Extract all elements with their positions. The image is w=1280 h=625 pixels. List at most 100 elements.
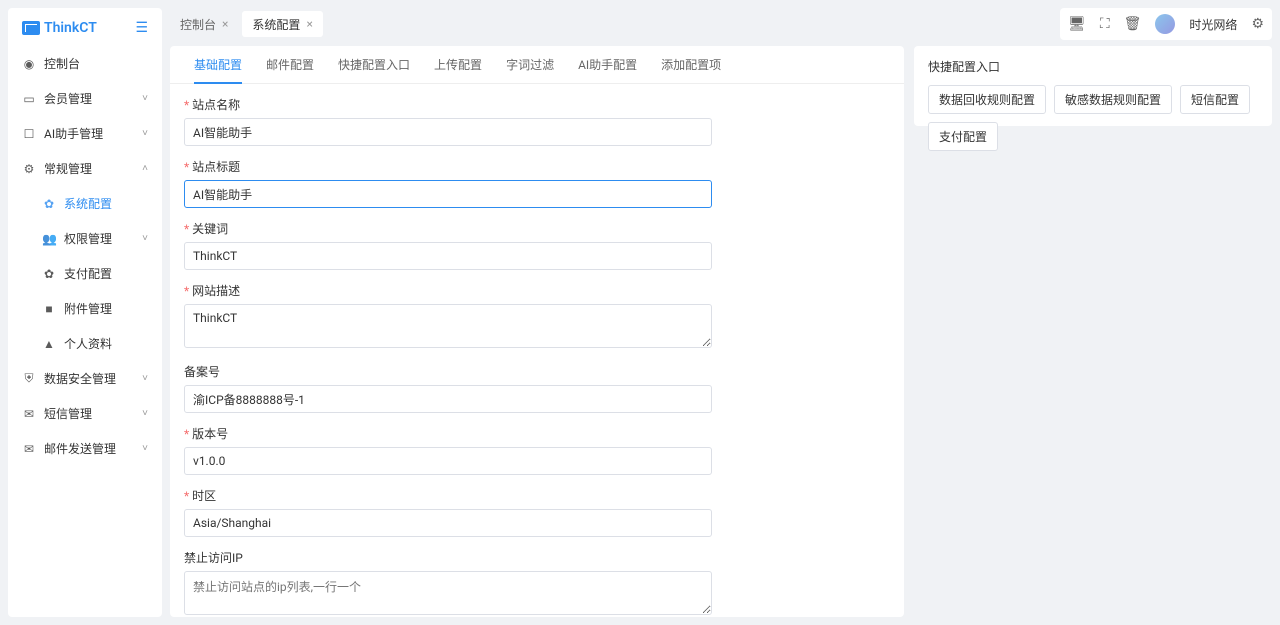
textarea-forbid-ip[interactable] — [184, 571, 712, 615]
input-site-name[interactable] — [184, 118, 712, 146]
main-tab[interactable]: AI助手配置 — [566, 46, 649, 83]
user-icon: ▲ — [42, 337, 56, 351]
dashboard-icon: ◉ — [22, 57, 36, 71]
sidebar-item-label: 会员管理 — [44, 90, 142, 107]
config-form: 站点名称 站点标题 关键词 网站描述 备案号 版本号 时区 禁止 — [170, 84, 904, 617]
brand-logo[interactable]: ThinkCT — [22, 20, 97, 36]
sidebar-item[interactable]: ✉ 邮件发送管理˅ — [8, 431, 162, 466]
field-timezone: 时区 — [184, 487, 890, 537]
header-tab[interactable]: 控制台 × — [170, 11, 238, 37]
header-right: 🖥 ⛶ 🗑 时光网络 ⚙ — [1060, 8, 1272, 40]
mail-icon: ✉ — [22, 442, 36, 456]
label-timezone: 时区 — [184, 487, 890, 504]
logo-row: ThinkCT ☰ — [8, 8, 162, 46]
gear-icon: ✿ — [42, 197, 56, 211]
field-site-title: 站点标题 — [184, 158, 890, 208]
sidebar-item[interactable]: ✉ 短信管理˅ — [8, 396, 162, 431]
users-icon: 👥 — [42, 232, 56, 246]
sidebar-subitem[interactable]: ✿支付配置 — [8, 256, 162, 291]
close-icon[interactable]: × — [222, 17, 228, 31]
monitor-icon[interactable]: 🖥 — [1068, 16, 1086, 32]
sidebar-item[interactable]: ◉ 控制台 — [8, 46, 162, 81]
sidebar-item-label: 权限管理 — [64, 230, 142, 247]
label-version: 版本号 — [184, 425, 890, 442]
robot-icon: ☐ — [22, 127, 36, 141]
field-description: 网站描述 — [184, 282, 890, 351]
main-tab[interactable]: 上传配置 — [422, 46, 494, 83]
shield-icon: ⛨ — [22, 371, 36, 386]
sidebar-subitem[interactable]: ✿ 系统配置 — [8, 186, 162, 221]
quick-button[interactable]: 短信配置 — [1180, 85, 1250, 114]
sidebar-item[interactable]: ⚙ 常规管理˄ — [8, 151, 162, 186]
idcard-icon: ▭ — [22, 92, 36, 106]
sidebar-item-label: 常规管理 — [44, 160, 142, 177]
sidebar-subitem[interactable]: ▲ 个人资料 — [8, 326, 162, 361]
logo-icon — [22, 21, 40, 35]
input-timezone[interactable] — [184, 509, 712, 537]
sidebar-item[interactable]: ⛨ 数据安全管理˅ — [8, 361, 162, 396]
label-site-title: 站点标题 — [184, 158, 890, 175]
sidebar-item-label: 个人资料 — [64, 335, 148, 352]
tab-label: 系统配置 — [252, 16, 300, 33]
sidebar-item-label: 附件管理 — [64, 300, 148, 317]
sidebar-item-label: 系统配置 — [64, 195, 148, 212]
chevron-down-icon: ˅ — [142, 443, 148, 454]
tab-label: 控制台 — [180, 16, 216, 33]
main-tab[interactable]: 字词过滤 — [494, 46, 566, 83]
label-forbid-ip: 禁止访问IP — [184, 549, 890, 566]
main-tab[interactable]: 添加配置项 — [649, 46, 733, 83]
fullscreen-icon[interactable]: ⛶ — [1100, 16, 1110, 32]
sidebar: ThinkCT ☰ ◉控制台▭会员管理˅☐AI助手管理˅⚙常规管理˄✿系统配置👥… — [8, 8, 162, 617]
field-forbid-ip: 禁止访问IP — [184, 549, 890, 617]
label-description: 网站描述 — [184, 282, 890, 299]
cog-icon: ⚙ — [22, 162, 36, 176]
header-tab[interactable]: 系统配置 × — [242, 11, 322, 37]
quick-button[interactable]: 敏感数据规则配置 — [1054, 85, 1172, 114]
close-icon[interactable]: × — [306, 17, 312, 31]
label-site-name: 站点名称 — [184, 96, 890, 113]
input-keywords[interactable] — [184, 242, 712, 270]
avatar[interactable] — [1155, 14, 1175, 34]
header: 控制台 × 系统配置 × 🖥 ⛶ 🗑 时光网络 ⚙ — [170, 8, 1272, 40]
quick-panel-title: 快捷配置入口 — [928, 58, 1258, 75]
brand-text: ThinkCT — [44, 20, 97, 36]
main-panel: 基础配置邮件配置快捷配置入口上传配置字词过滤AI助手配置添加配置项 站点名称 站… — [170, 46, 904, 617]
sidebar-subitem[interactable]: 👥 权限管理˅ — [8, 221, 162, 256]
sidebar-item[interactable]: ▭ 会员管理˅ — [8, 81, 162, 116]
sidebar-item-label: 数据安全管理 — [44, 370, 142, 387]
sidebar-item-label: 短信管理 — [44, 405, 142, 422]
sidebar-item-label: AI助手管理 — [44, 125, 142, 142]
chevron-up-icon: ˄ — [142, 163, 148, 174]
field-site-name: 站点名称 — [184, 96, 890, 146]
input-site-title[interactable] — [184, 180, 712, 208]
label-keywords: 关键词 — [184, 220, 890, 237]
sidebar-item-label: 控制台 — [44, 55, 148, 72]
field-version: 版本号 — [184, 425, 890, 475]
input-icp[interactable] — [184, 385, 712, 413]
quick-button[interactable]: 数据回收规则配置 — [928, 85, 1046, 114]
comment-icon: ✉ — [22, 407, 36, 421]
settings-icon[interactable]: ⚙ — [1251, 16, 1264, 32]
chevron-down-icon: ˅ — [142, 93, 148, 104]
sidebar-subitem[interactable]: ■ 附件管理 — [8, 291, 162, 326]
main-tab[interactable]: 快捷配置入口 — [326, 46, 422, 83]
folder-icon: ■ — [42, 302, 56, 316]
chevron-down-icon: ˅ — [142, 233, 148, 244]
main-tab[interactable]: 基础配置 — [182, 46, 254, 83]
header-tabs: 控制台 × 系统配置 × — [170, 8, 327, 40]
sidebar-item[interactable]: ☐ AI助手管理˅ — [8, 116, 162, 151]
sidebar-item-label: 邮件发送管理 — [44, 440, 142, 457]
chevron-down-icon: ˅ — [142, 373, 148, 384]
textarea-description[interactable] — [184, 304, 712, 348]
label-icp: 备案号 — [184, 363, 890, 380]
gear2-icon: ✿ — [42, 267, 56, 281]
chevron-down-icon: ˅ — [142, 408, 148, 419]
main-tab[interactable]: 邮件配置 — [254, 46, 326, 83]
quick-button[interactable]: 支付配置 — [928, 122, 998, 151]
chevron-down-icon: ˅ — [142, 128, 148, 139]
sidebar-collapse-icon[interactable]: ☰ — [135, 20, 148, 36]
field-keywords: 关键词 — [184, 220, 890, 270]
input-version[interactable] — [184, 447, 712, 475]
trash-icon[interactable]: 🗑 — [1124, 16, 1142, 32]
username[interactable]: 时光网络 — [1189, 16, 1237, 33]
